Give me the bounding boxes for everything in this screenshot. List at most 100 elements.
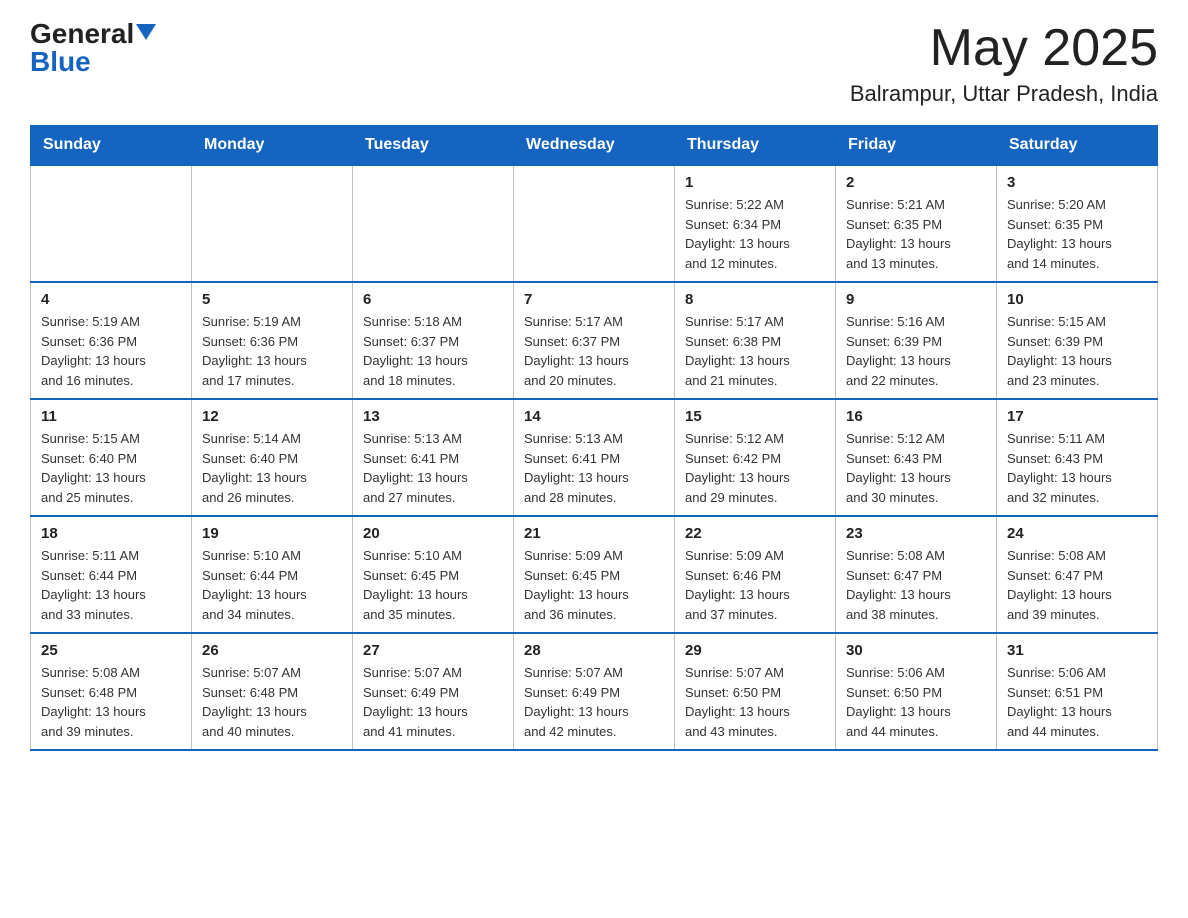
logo: General Blue (30, 20, 156, 76)
day-number: 28 (524, 642, 664, 659)
day-number: 15 (685, 408, 825, 425)
calendar-header-tuesday: Tuesday (353, 126, 514, 166)
day-number: 10 (1007, 291, 1147, 308)
day-info: Sunrise: 5:07 AM Sunset: 6:50 PM Dayligh… (685, 663, 825, 741)
calendar-week-row-4: 18 Sunrise: 5:11 AM Sunset: 6:44 PM Dayli… (31, 516, 1158, 633)
day-info: Sunrise: 5:19 AM Sunset: 6:36 PM Dayligh… (41, 312, 181, 390)
calendar-cell: 29 Sunrise: 5:07 AM Sunset: 6:50 PM Dayli… (675, 633, 836, 750)
day-number: 16 (846, 408, 986, 425)
calendar-week-row-5: 25Sunrise: 5:08 AM Sunset: 6:48 PM Dayli… (31, 633, 1158, 750)
day-info: Sunrise: 5:18 AM Sunset: 6:37 PM Dayligh… (363, 312, 503, 390)
day-number: 14 (524, 408, 664, 425)
calendar-cell: 4 Sunrise: 5:19 AM Sunset: 6:36 PM Daylig… (31, 282, 192, 399)
calendar-cell: 22 Sunrise: 5:09 AM Sunset: 6:46 PM Dayli… (675, 516, 836, 633)
day-number: 21 (524, 525, 664, 542)
calendar-cell: 6 Sunrise: 5:18 AM Sunset: 6:37 PM Daylig… (353, 282, 514, 399)
day-info: Sunrise: 5:10 AM Sunset: 6:45 PM Dayligh… (363, 546, 503, 624)
logo-general-text: General (30, 20, 134, 48)
day-info: Sunrise: 5:07 AM Sunset: 6:49 PM Dayligh… (363, 663, 503, 741)
location-subtitle: Balrampur, Uttar Pradesh, India (850, 81, 1158, 107)
day-info: Sunrise: 5:11 AM Sunset: 6:44 PM Dayligh… (41, 546, 181, 624)
day-info: Sunrise: 5:06 AM Sunset: 6:50 PM Dayligh… (846, 663, 986, 741)
day-number: 4 (41, 291, 181, 308)
day-number: 20 (363, 525, 503, 542)
day-info: Sunrise: 5:12 AM Sunset: 6:42 PM Dayligh… (685, 429, 825, 507)
day-number: 31 (1007, 642, 1147, 659)
day-info: Sunrise: 5:13 AM Sunset: 6:41 PM Dayligh… (363, 429, 503, 507)
calendar-cell: 13 Sunrise: 5:13 AM Sunset: 6:41 PM Dayli… (353, 399, 514, 516)
day-info: Sunrise: 5:15 AM Sunset: 6:39 PM Dayligh… (1007, 312, 1147, 390)
day-number: 8 (685, 291, 825, 308)
day-info: Sunrise: 5:14 AM Sunset: 6:40 PM Dayligh… (202, 429, 342, 507)
day-info: Sunrise: 5:10 AM Sunset: 6:44 PM Dayligh… (202, 546, 342, 624)
day-number: 6 (363, 291, 503, 308)
day-number: 18 (41, 525, 181, 542)
day-number: 5 (202, 291, 342, 308)
calendar-cell: 15 Sunrise: 5:12 AM Sunset: 6:42 PM Dayli… (675, 399, 836, 516)
day-info: Sunrise: 5:21 AM Sunset: 6:35 PM Dayligh… (846, 195, 986, 273)
day-number: 23 (846, 525, 986, 542)
calendar-header-row: SundayMondayTuesdayWednesdayThursdayFrid… (31, 126, 1158, 166)
title-section: May 2025 Balrampur, Uttar Pradesh, India (850, 20, 1158, 107)
day-info: Sunrise: 5:11 AM Sunset: 6:43 PM Dayligh… (1007, 429, 1147, 507)
day-number: 2 (846, 174, 986, 191)
day-number: 1 (685, 174, 825, 191)
calendar-cell (31, 165, 192, 282)
calendar-header-wednesday: Wednesday (514, 126, 675, 166)
calendar-week-row-3: 11 Sunrise: 5:15 AM Sunset: 6:40 PM Dayli… (31, 399, 1158, 516)
calendar-header-monday: Monday (192, 126, 353, 166)
calendar-cell: 25Sunrise: 5:08 AM Sunset: 6:48 PM Dayli… (31, 633, 192, 750)
calendar-cell: 5 Sunrise: 5:19 AM Sunset: 6:36 PM Daylig… (192, 282, 353, 399)
calendar-cell: 23 Sunrise: 5:08 AM Sunset: 6:47 PM Dayli… (836, 516, 997, 633)
calendar-header-saturday: Saturday (997, 126, 1158, 166)
calendar-header-sunday: Sunday (31, 126, 192, 166)
calendar-cell (192, 165, 353, 282)
day-info: Sunrise: 5:17 AM Sunset: 6:38 PM Dayligh… (685, 312, 825, 390)
day-number: 11 (41, 408, 181, 425)
day-number: 3 (1007, 174, 1147, 191)
day-number: 24 (1007, 525, 1147, 542)
day-info: Sunrise: 5:09 AM Sunset: 6:45 PM Dayligh… (524, 546, 664, 624)
day-number: 22 (685, 525, 825, 542)
calendar-cell: 19Sunrise: 5:10 AM Sunset: 6:44 PM Dayli… (192, 516, 353, 633)
calendar-cell: 21 Sunrise: 5:09 AM Sunset: 6:45 PM Dayli… (514, 516, 675, 633)
day-info: Sunrise: 5:15 AM Sunset: 6:40 PM Dayligh… (41, 429, 181, 507)
day-number: 26 (202, 642, 342, 659)
day-info: Sunrise: 5:12 AM Sunset: 6:43 PM Dayligh… (846, 429, 986, 507)
calendar-cell: 11 Sunrise: 5:15 AM Sunset: 6:40 PM Dayli… (31, 399, 192, 516)
day-number: 30 (846, 642, 986, 659)
day-info: Sunrise: 5:08 AM Sunset: 6:48 PM Dayligh… (41, 663, 181, 741)
calendar-cell: 20 Sunrise: 5:10 AM Sunset: 6:45 PM Dayli… (353, 516, 514, 633)
calendar-cell: 31 Sunrise: 5:06 AM Sunset: 6:51 PM Dayli… (997, 633, 1158, 750)
day-info: Sunrise: 5:20 AM Sunset: 6:35 PM Dayligh… (1007, 195, 1147, 273)
day-info: Sunrise: 5:13 AM Sunset: 6:41 PM Dayligh… (524, 429, 664, 507)
calendar-cell: 12Sunrise: 5:14 AM Sunset: 6:40 PM Dayli… (192, 399, 353, 516)
calendar-cell: 16 Sunrise: 5:12 AM Sunset: 6:43 PM Dayli… (836, 399, 997, 516)
day-number: 27 (363, 642, 503, 659)
calendar-cell: 26Sunrise: 5:07 AM Sunset: 6:48 PM Dayli… (192, 633, 353, 750)
calendar-cell (514, 165, 675, 282)
day-info: Sunrise: 5:08 AM Sunset: 6:47 PM Dayligh… (1007, 546, 1147, 624)
calendar-cell: 28 Sunrise: 5:07 AM Sunset: 6:49 PM Dayli… (514, 633, 675, 750)
day-info: Sunrise: 5:06 AM Sunset: 6:51 PM Dayligh… (1007, 663, 1147, 741)
logo-triangle-icon (136, 24, 156, 40)
day-info: Sunrise: 5:19 AM Sunset: 6:36 PM Dayligh… (202, 312, 342, 390)
logo-blue-text: Blue (30, 48, 91, 76)
day-info: Sunrise: 5:09 AM Sunset: 6:46 PM Dayligh… (685, 546, 825, 624)
calendar-cell: 24 Sunrise: 5:08 AM Sunset: 6:47 PM Dayli… (997, 516, 1158, 633)
calendar-cell: 8 Sunrise: 5:17 AM Sunset: 6:38 PM Daylig… (675, 282, 836, 399)
day-number: 29 (685, 642, 825, 659)
day-info: Sunrise: 5:07 AM Sunset: 6:49 PM Dayligh… (524, 663, 664, 741)
calendar-cell: 7Sunrise: 5:17 AM Sunset: 6:37 PM Daylig… (514, 282, 675, 399)
calendar-week-row-2: 4 Sunrise: 5:19 AM Sunset: 6:36 PM Daylig… (31, 282, 1158, 399)
calendar-table: SundayMondayTuesdayWednesdayThursdayFrid… (30, 125, 1158, 751)
calendar-week-row-1: 1Sunrise: 5:22 AM Sunset: 6:34 PM Daylig… (31, 165, 1158, 282)
calendar-cell: 3 Sunrise: 5:20 AM Sunset: 6:35 PM Daylig… (997, 165, 1158, 282)
calendar-cell: 17 Sunrise: 5:11 AM Sunset: 6:43 PM Dayli… (997, 399, 1158, 516)
day-number: 17 (1007, 408, 1147, 425)
calendar-cell (353, 165, 514, 282)
day-info: Sunrise: 5:08 AM Sunset: 6:47 PM Dayligh… (846, 546, 986, 624)
month-year-title: May 2025 (850, 20, 1158, 77)
day-number: 13 (363, 408, 503, 425)
day-number: 9 (846, 291, 986, 308)
